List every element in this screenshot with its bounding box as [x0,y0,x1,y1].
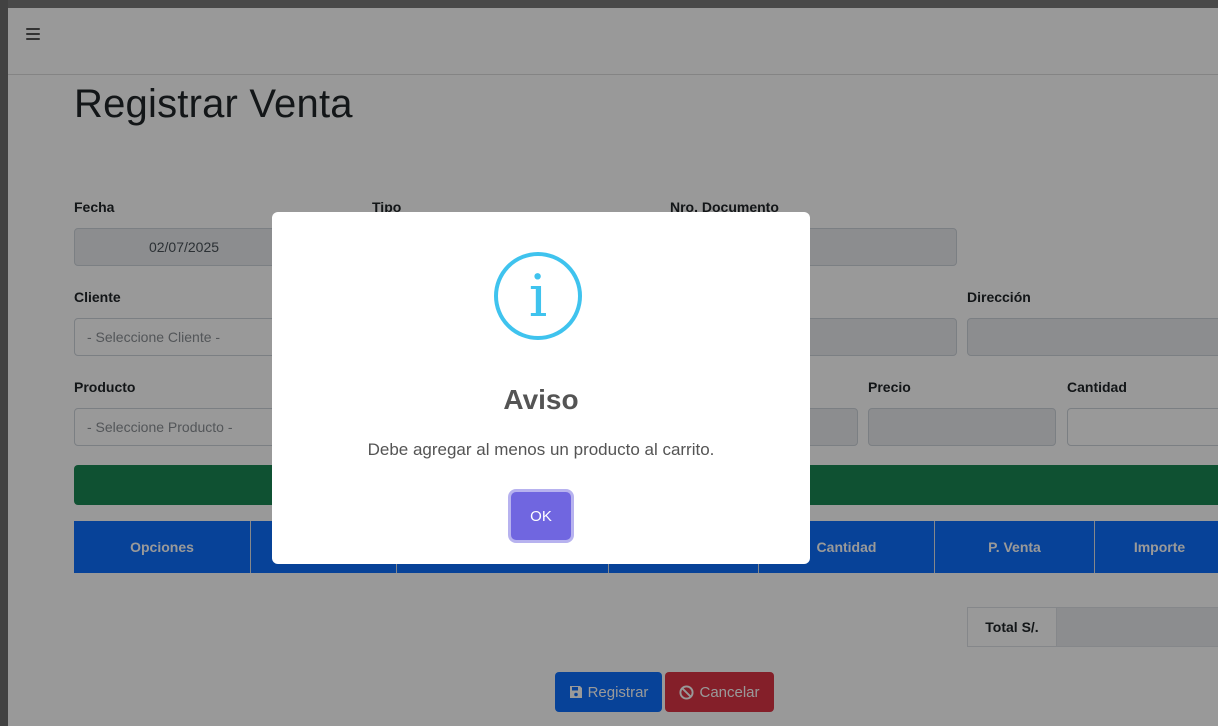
alert-modal: i Aviso Debe agregar al menos un product… [272,212,810,564]
info-icon: i [494,252,582,340]
modal-message: Debe agregar al menos un producto al car… [367,440,715,459]
modal-title: Aviso [503,384,579,415]
ok-button[interactable]: OK [511,492,571,540]
